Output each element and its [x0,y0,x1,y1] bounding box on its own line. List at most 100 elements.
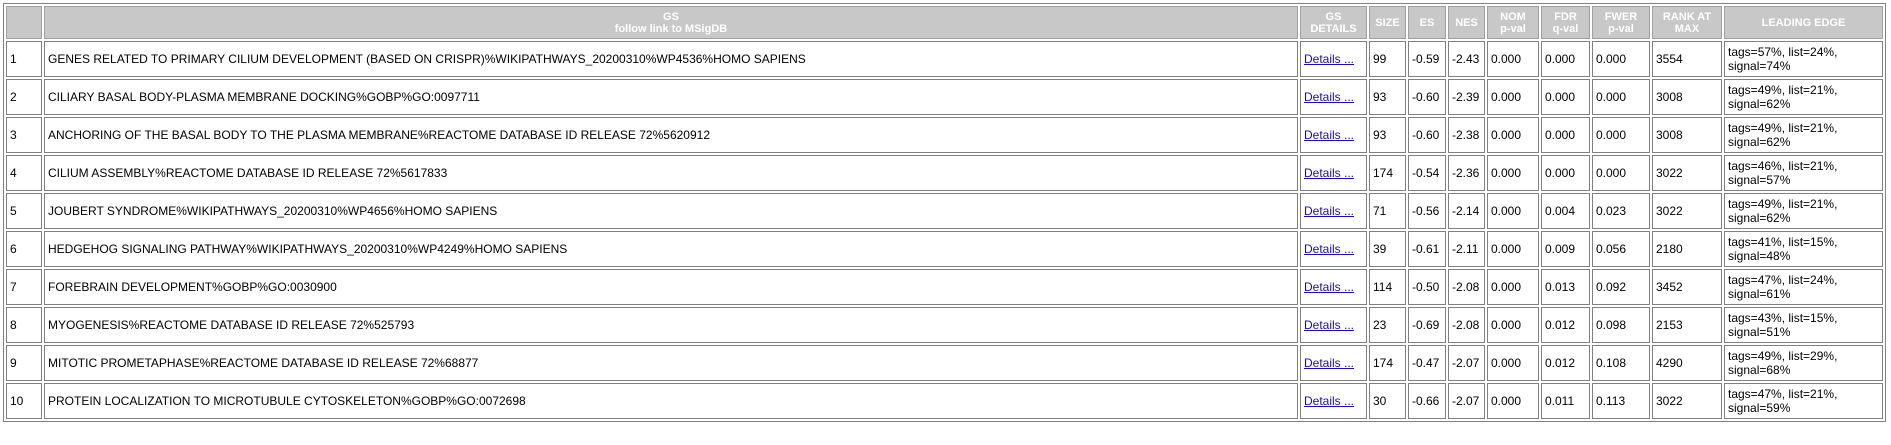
header-leading-edge: LEADING EDGE [1724,6,1883,39]
fwer-pval-cell: 0.108 [1592,345,1650,381]
table-row: 3 ANCHORING OF THE BASAL BODY TO THE PLA… [6,117,1883,153]
table-row: 4 CILIUM ASSEMBLY%REACTOME DATABASE ID R… [6,155,1883,191]
nes-cell: -2.11 [1448,231,1485,267]
fwer-pval-cell: 0.056 [1592,231,1650,267]
details-link[interactable]: Details ... [1304,52,1354,66]
gene-set-name: FOREBRAIN DEVELOPMENT%GOBP%GO:0030900 [44,269,1298,305]
details-cell: Details ... [1300,231,1367,267]
leading-edge-line1: tags=57%, list=24%, [1728,45,1838,59]
es-cell: -0.69 [1408,307,1446,343]
leading-edge-line1: tags=47%, list=21%, [1728,387,1838,401]
fwer-pval-cell: 0.000 [1592,117,1650,153]
gsea-results-table: GS follow link to MSigDB GS DETAILS SIZE… [3,3,1886,422]
nom-pval-cell: 0.000 [1487,41,1539,77]
header-rank-line2: MAX [1674,22,1700,35]
fdr-qval-cell: 0.000 [1541,117,1590,153]
header-fdr-line1: FDR [1554,10,1577,23]
es-cell: -0.54 [1408,155,1446,191]
fdr-qval-cell: 0.011 [1541,383,1590,419]
nom-pval-cell: 0.000 [1487,231,1539,267]
es-cell: -0.50 [1408,269,1446,305]
size-cell: 39 [1369,231,1406,267]
table-row: 1 GENES RELATED TO PRIMARY CILIUM DEVELO… [6,41,1883,77]
gene-set-name: PROTEIN LOCALIZATION TO MICROTUBULE CYTO… [44,383,1298,419]
es-cell: -0.66 [1408,383,1446,419]
fdr-qval-cell: 0.012 [1541,307,1590,343]
fdr-qval-cell: 0.009 [1541,231,1590,267]
size-cell: 99 [1369,41,1406,77]
leading-edge-cell: tags=49%, list=29%, signal=68% [1724,345,1883,381]
leading-edge-line2: signal=62% [1728,135,1791,149]
gene-set-name: MITOTIC PROMETAPHASE%REACTOME DATABASE I… [44,345,1298,381]
fwer-pval-cell: 0.000 [1592,41,1650,77]
nes-cell: -2.43 [1448,41,1485,77]
table-header: GS follow link to MSigDB GS DETAILS SIZE… [6,6,1883,39]
size-cell: 23 [1369,307,1406,343]
rank-at-max-cell: 3008 [1652,79,1722,115]
row-index: 9 [6,345,42,381]
leading-edge-cell: tags=57%, list=24%, signal=74% [1724,41,1883,77]
header-gs-details-line1: GS [1325,10,1342,23]
fwer-pval-cell: 0.000 [1592,155,1650,191]
details-link[interactable]: Details ... [1304,242,1354,256]
nom-pval-cell: 0.000 [1487,307,1539,343]
nes-cell: -2.39 [1448,79,1485,115]
details-link[interactable]: Details ... [1304,394,1354,408]
header-index [6,6,42,39]
details-link[interactable]: Details ... [1304,90,1354,104]
size-cell: 174 [1369,155,1406,191]
header-gs: GS follow link to MSigDB [44,6,1298,39]
es-cell: -0.61 [1408,231,1446,267]
nom-pval-cell: 0.000 [1487,269,1539,305]
details-link[interactable]: Details ... [1304,204,1354,218]
size-cell: 30 [1369,383,1406,419]
leading-edge-line2: signal=48% [1728,249,1791,263]
header-fwer-line2: p-val [1608,22,1634,35]
row-index: 5 [6,193,42,229]
leading-edge-cell: tags=47%, list=21%, signal=59% [1724,383,1883,419]
details-cell: Details ... [1300,79,1367,115]
nom-pval-cell: 0.000 [1487,383,1539,419]
gene-set-name: GENES RELATED TO PRIMARY CILIUM DEVELOPM… [44,41,1298,77]
es-cell: -0.59 [1408,41,1446,77]
leading-edge-line2: signal=57% [1728,173,1791,187]
table-row: 7 FOREBRAIN DEVELOPMENT%GOBP%GO:0030900 … [6,269,1883,305]
row-index: 4 [6,155,42,191]
header-gs-subtitle: follow link to MSigDB [614,22,728,35]
gene-set-name: JOUBERT SYNDROME%WIKIPATHWAYS_20200310%W… [44,193,1298,229]
details-link[interactable]: Details ... [1304,356,1354,370]
leading-edge-line2: signal=62% [1728,211,1791,225]
fdr-qval-cell: 0.013 [1541,269,1590,305]
header-fwer-pval: FWER p-val [1592,6,1650,39]
details-link[interactable]: Details ... [1304,128,1354,142]
header-gs-details: GS DETAILS [1300,6,1367,39]
es-cell: -0.60 [1408,79,1446,115]
header-fwer-line1: FWER [1604,10,1638,23]
rank-at-max-cell: 3022 [1652,383,1722,419]
fdr-qval-cell: 0.000 [1541,155,1590,191]
leading-edge-cell: tags=47%, list=24%, signal=61% [1724,269,1883,305]
leading-edge-line2: signal=62% [1728,97,1791,111]
header-rank-at-max: RANK AT MAX [1652,6,1722,39]
es-cell: -0.47 [1408,345,1446,381]
nom-pval-cell: 0.000 [1487,79,1539,115]
table-row: 6 HEDGEHOG SIGNALING PATHWAY%WIKIPATHWAY… [6,231,1883,267]
row-index: 3 [6,117,42,153]
es-cell: -0.60 [1408,117,1446,153]
rank-at-max-cell: 3554 [1652,41,1722,77]
page: GS follow link to MSigDB GS DETAILS SIZE… [0,0,1891,445]
leading-edge-line1: tags=41%, list=15%, [1728,235,1838,249]
details-link[interactable]: Details ... [1304,318,1354,332]
table-row: 10 PROTEIN LOCALIZATION TO MICROTUBULE C… [6,383,1883,419]
leading-edge-line1: tags=43%, list=15%, [1728,311,1838,325]
table-row: 5 JOUBERT SYNDROME%WIKIPATHWAYS_20200310… [6,193,1883,229]
details-link[interactable]: Details ... [1304,166,1354,180]
nes-cell: -2.36 [1448,155,1485,191]
leading-edge-line2: signal=59% [1728,401,1791,415]
gene-set-name: HEDGEHOG SIGNALING PATHWAY%WIKIPATHWAYS_… [44,231,1298,267]
fdr-qval-cell: 0.004 [1541,193,1590,229]
details-link[interactable]: Details ... [1304,280,1354,294]
rank-at-max-cell: 3022 [1652,155,1722,191]
table-body: 1 GENES RELATED TO PRIMARY CILIUM DEVELO… [6,41,1883,419]
header-row: GS follow link to MSigDB GS DETAILS SIZE… [6,6,1883,39]
